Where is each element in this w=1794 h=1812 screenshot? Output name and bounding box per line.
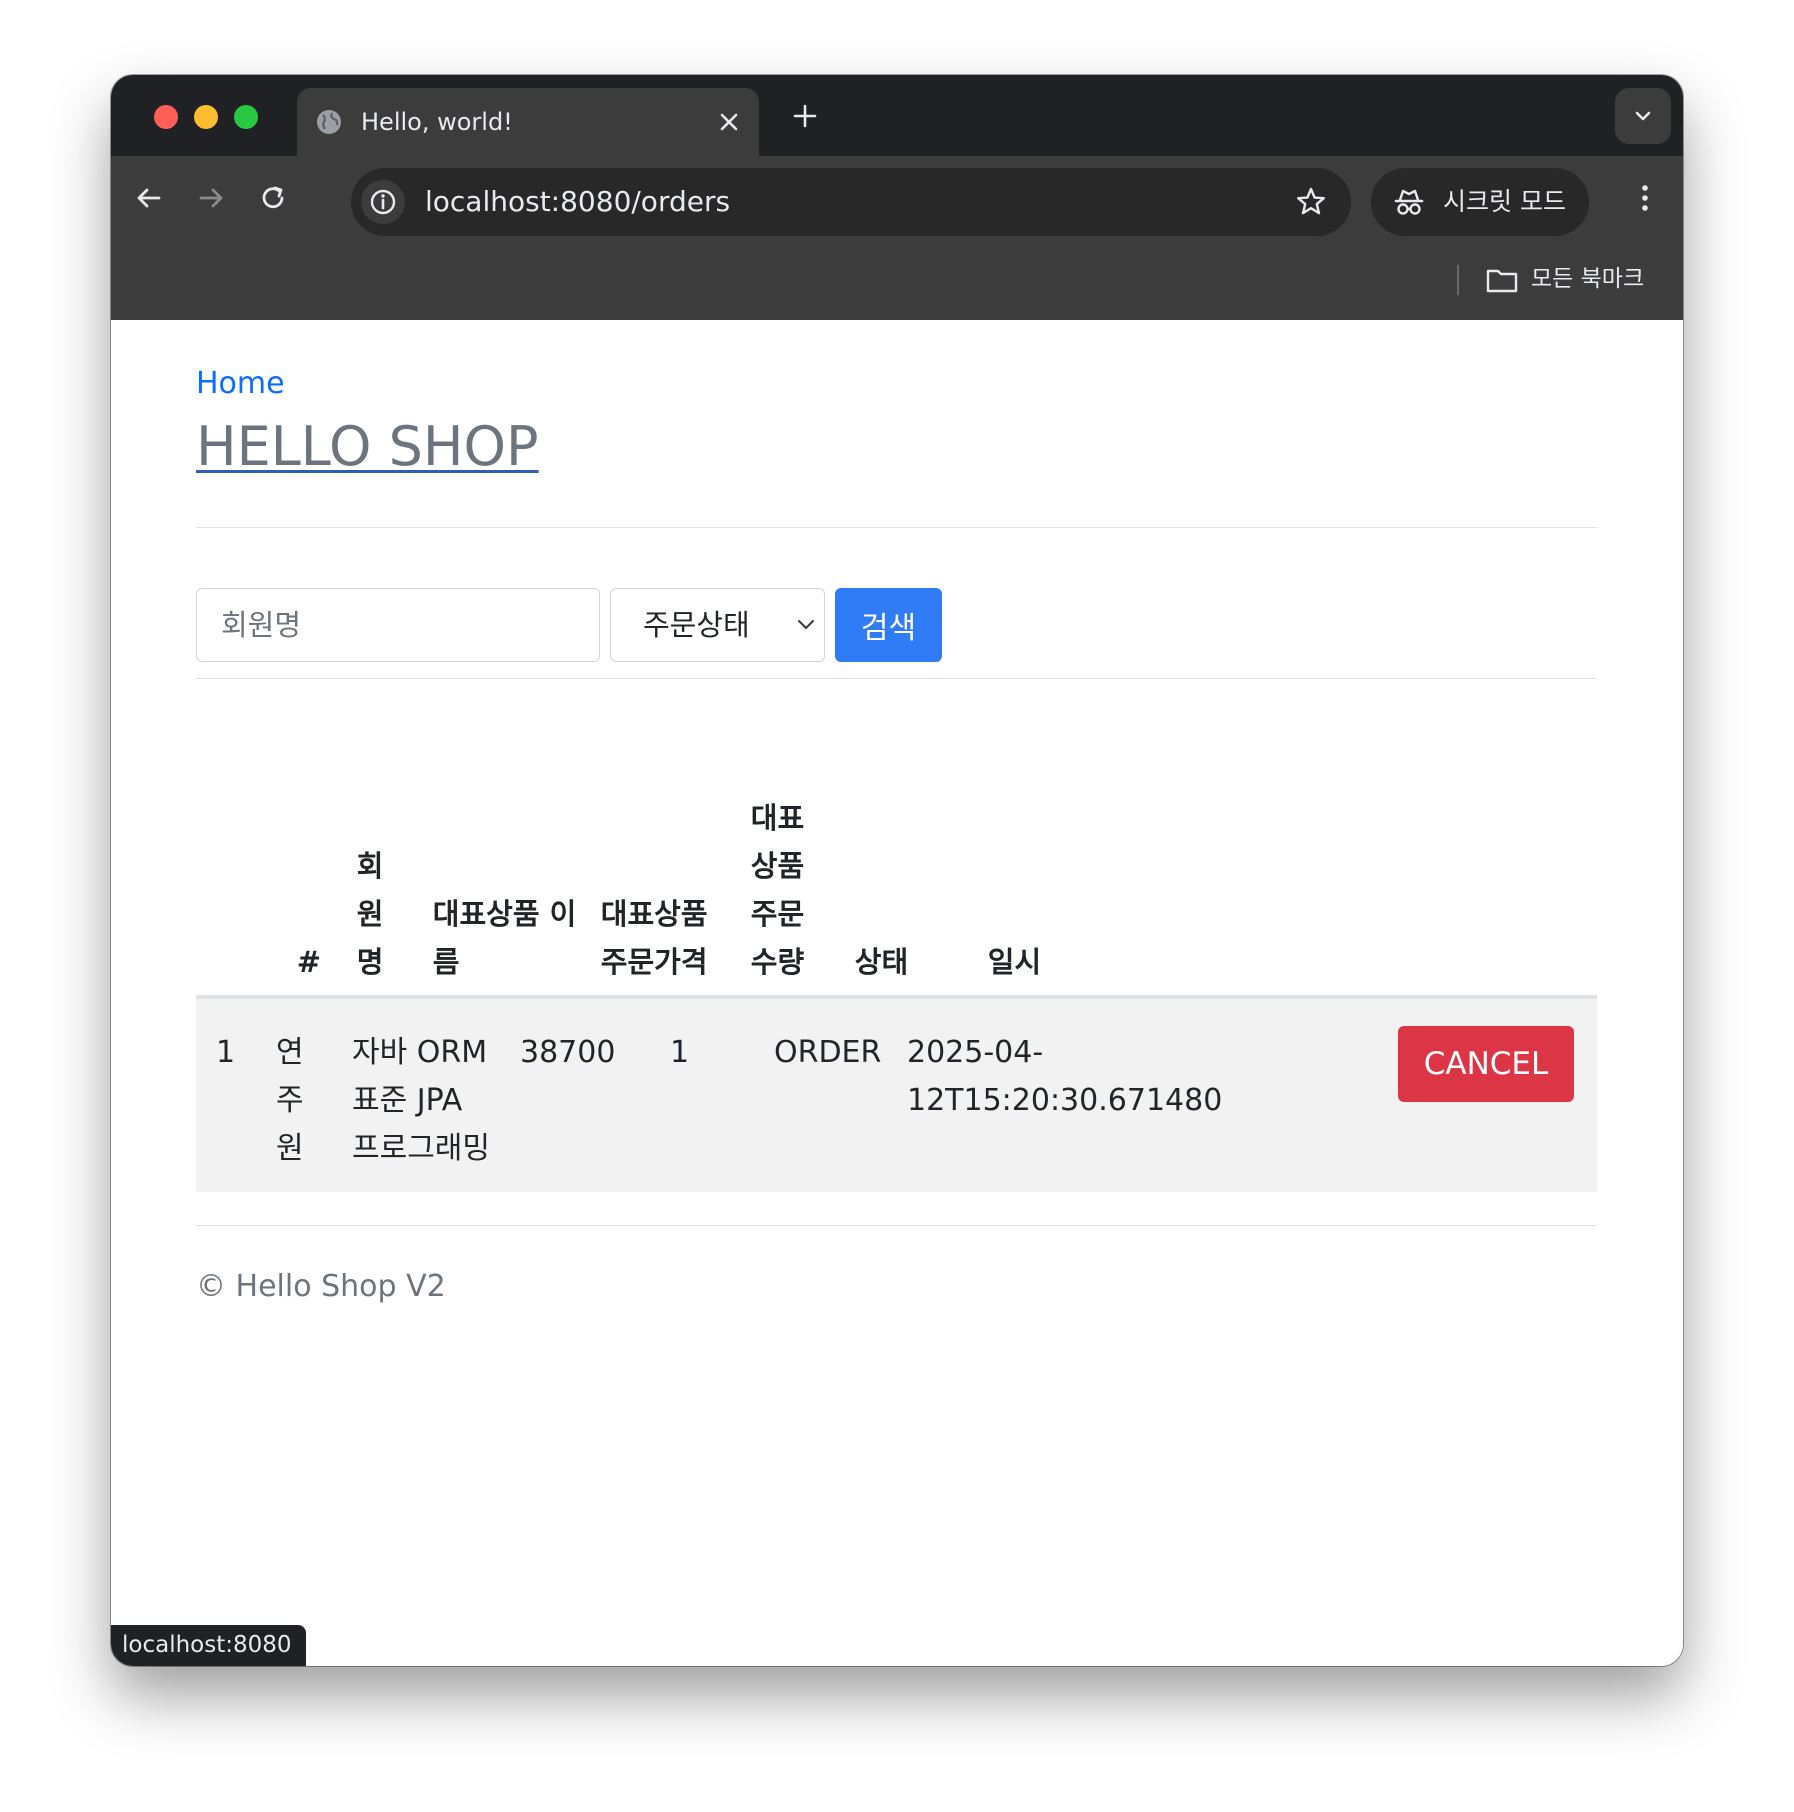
close-tab-icon[interactable] <box>717 110 741 134</box>
header-cell-num: # <box>296 945 322 979</box>
incognito-label: 시크릿 모드 <box>1443 187 1566 216</box>
table-row: 1 연 주 원 자바 ORM 표준 JPA 프로그래밍 38700 1 ORDE… <box>196 999 1597 1192</box>
minimize-window-button[interactable] <box>194 105 218 129</box>
cell-member: 연 주 원 <box>276 1035 304 1166</box>
info-icon <box>370 189 396 215</box>
tab-title: Hello, world! <box>361 108 513 136</box>
bookmarks-bar: 모든 북마크 <box>111 241 1683 320</box>
new-tab-icon[interactable] <box>789 100 821 132</box>
order-status-select[interactable]: 주문상태 <box>610 588 825 662</box>
folder-icon[interactable] <box>1485 265 1519 295</box>
member-name-input[interactable] <box>196 588 600 662</box>
header-divider <box>196 527 1597 528</box>
cell-item-name: 자바 ORM 표준 JPA 프로그래밍 <box>352 1035 490 1166</box>
address-bar[interactable]: localhost:8080/orders <box>351 168 1351 236</box>
cell-num: 1 <box>216 1035 236 1070</box>
search-button[interactable]: 검색 <box>835 588 942 662</box>
header-cell-member: 회 원 명 <box>356 849 384 979</box>
title-bar: Hello, world! <box>111 75 1683 156</box>
cell-count: 1 <box>670 1035 690 1070</box>
header-cell-status: 상태 <box>854 945 909 979</box>
bookmarks-separator <box>1457 265 1459 295</box>
browser-toolbar: localhost:8080/orders 시크릿 모드 <box>111 156 1683 241</box>
bookmark-star-icon[interactable] <box>1293 184 1329 220</box>
maximize-window-button[interactable] <box>234 105 258 129</box>
more-options-icon[interactable] <box>1627 180 1663 216</box>
header-cell-count: 대표 상품 주문 수량 <box>750 801 805 979</box>
tab-search-button[interactable] <box>1615 88 1671 144</box>
home-link[interactable]: Home <box>196 366 285 402</box>
header-cell-item-name: 대표상품 이 름 <box>432 897 577 979</box>
cell-price: 38700 <box>520 1035 616 1070</box>
footer-divider <box>196 1225 1597 1226</box>
link-status-bubble: localhost:8080 <box>111 1625 306 1666</box>
active-tab[interactable]: Hello, world! <box>297 88 759 156</box>
close-window-button[interactable] <box>154 105 178 129</box>
reload-icon[interactable] <box>255 180 291 216</box>
forward-arrow-icon[interactable] <box>193 180 229 216</box>
header-cell-price: 대표상품 주문가격 <box>600 897 708 979</box>
page-title[interactable]: HELLO SHOP <box>196 416 539 478</box>
cell-date: 2025-04- 12T15:20:30.671480 <box>907 1035 1223 1118</box>
chevron-down-icon <box>1635 111 1651 121</box>
back-arrow-icon[interactable] <box>131 180 167 216</box>
order-status-selected: 주문상태 <box>643 608 750 642</box>
cancel-order-button[interactable]: CANCEL <box>1398 1026 1574 1102</box>
incognito-icon <box>1394 189 1424 215</box>
site-info-button[interactable] <box>361 180 405 224</box>
globe-icon <box>317 110 341 134</box>
chevron-down-icon <box>798 620 814 629</box>
cell-status: ORDER <box>774 1035 882 1070</box>
incognito-button[interactable]: 시크릿 모드 <box>1371 168 1589 236</box>
footer-text: © Hello Shop V2 <box>196 1269 446 1304</box>
all-bookmarks-link[interactable]: 모든 북마크 <box>1531 265 1644 293</box>
browser-window: Hello, world! localhost:8080/orders 시크릿 … <box>111 75 1683 1666</box>
page-content: Home HELLO SHOP 주문상태 검색 # 회 원 명 대표상품 이 름… <box>111 320 1683 1666</box>
header-cell-date: 일시 <box>987 945 1042 979</box>
form-divider <box>196 678 1597 679</box>
url-text: localhost:8080/orders <box>425 185 731 218</box>
